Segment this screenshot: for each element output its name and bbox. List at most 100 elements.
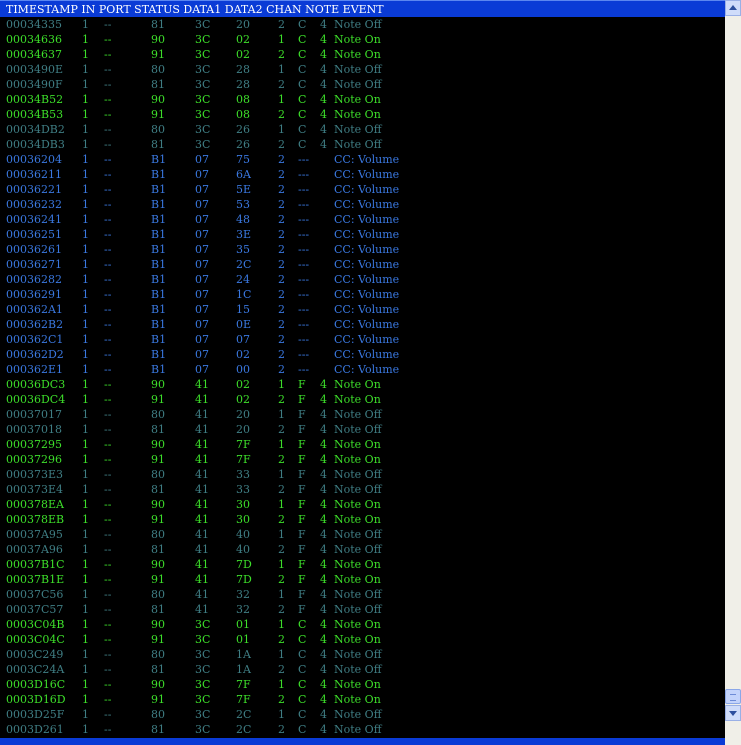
port-cell: -- — [104, 633, 112, 646]
status-cell: B1 — [151, 213, 167, 226]
table-row[interactable]: 000362E1 1 -- B1 07 00 2 --- CC: Volume — [0, 362, 725, 377]
table-row[interactable]: 00036282 1 -- B1 07 24 2 --- CC: Volume — [0, 272, 725, 287]
chan-cell: 1 — [278, 558, 285, 571]
table-row[interactable]: 00036221 1 -- B1 07 5E 2 --- CC: Volume — [0, 182, 725, 197]
in-cell: 1 — [82, 723, 89, 736]
table-row[interactable]: 00036251 1 -- B1 07 3E 2 --- CC: Volume — [0, 227, 725, 242]
table-row[interactable]: 00036211 1 -- B1 07 6A 2 --- CC: Volume — [0, 167, 725, 182]
table-row[interactable]: 00036DC3 1 -- 90 41 02 1 F 4 Note On — [0, 377, 725, 392]
table-row[interactable]: 00036204 1 -- B1 07 75 2 --- CC: Volume — [0, 152, 725, 167]
chan-cell: 2 — [278, 78, 285, 91]
table-row[interactable]: 000362D2 1 -- B1 07 02 2 --- CC: Volume — [0, 347, 725, 362]
table-row[interactable]: 00034637 1 -- 91 3C 02 2 C 4 Note On — [0, 47, 725, 62]
table-row[interactable]: 00034335 1 -- 81 3C 20 2 C 4 Note Off — [0, 17, 725, 32]
table-row[interactable]: 0003D25F 1 -- 80 3C 2C 1 C 4 Note Off — [0, 707, 725, 722]
table-row[interactable]: 00037296 1 -- 91 41 7F 2 F 4 Note On — [0, 452, 725, 467]
port-cell: -- — [104, 378, 112, 391]
status-cell: B1 — [151, 153, 167, 166]
note-cell: F — [298, 468, 306, 481]
table-row[interactable]: 0003D16C 1 -- 90 3C 7F 1 C 4 Note On — [0, 677, 725, 692]
data1-cell: 41 — [195, 483, 209, 496]
table-row[interactable]: 00036DC4 1 -- 91 41 02 2 F 4 Note On — [0, 392, 725, 407]
data2-cell: 30 — [236, 513, 250, 526]
chan-cell: 2 — [278, 723, 285, 736]
octave-cell: 4 — [320, 498, 327, 511]
table-row[interactable]: 000362A1 1 -- B1 07 15 2 --- CC: Volume — [0, 302, 725, 317]
timestamp-cell: 000362E1 — [6, 363, 64, 376]
event-cell: Note Off — [334, 663, 382, 676]
table-row[interactable]: 0003C249 1 -- 80 3C 1A 1 C 4 Note Off — [0, 647, 725, 662]
in-cell: 1 — [82, 243, 89, 256]
port-cell: -- — [104, 408, 112, 421]
in-cell: 1 — [82, 168, 89, 181]
table-row[interactable]: 000373E3 1 -- 80 41 33 1 F 4 Note Off — [0, 467, 725, 482]
in-cell: 1 — [82, 183, 89, 196]
chan-cell: 2 — [278, 318, 285, 331]
table-row[interactable]: 00037B1C 1 -- 90 41 7D 1 F 4 Note On — [0, 557, 725, 572]
in-cell: 1 — [82, 618, 89, 631]
table-row[interactable]: 0003490F 1 -- 81 3C 28 2 C 4 Note Off — [0, 77, 725, 92]
table-row[interactable]: 0003490E 1 -- 80 3C 28 1 C 4 Note Off — [0, 62, 725, 77]
data2-cell: 08 — [236, 93, 250, 106]
table-row[interactable]: 00036261 1 -- B1 07 35 2 --- CC: Volume — [0, 242, 725, 257]
table-row[interactable]: 00034DB3 1 -- 81 3C 26 2 C 4 Note Off — [0, 137, 725, 152]
octave-cell: 4 — [320, 438, 327, 451]
scroll-down-button[interactable] — [725, 705, 741, 721]
data2-cell: 20 — [236, 423, 250, 436]
in-cell: 1 — [82, 573, 89, 586]
table-row[interactable]: 00036271 1 -- B1 07 2C 2 --- CC: Volume — [0, 257, 725, 272]
data2-cell: 32 — [236, 588, 250, 601]
port-cell: -- — [104, 513, 112, 526]
table-row[interactable]: 000362B2 1 -- B1 07 0E 2 --- CC: Volume — [0, 317, 725, 332]
table-row[interactable]: 00037A96 1 -- 81 41 40 2 F 4 Note Off — [0, 542, 725, 557]
octave-cell: 4 — [320, 63, 327, 76]
table-row[interactable]: 00037017 1 -- 80 41 20 1 F 4 Note Off — [0, 407, 725, 422]
data1-cell: 07 — [195, 273, 209, 286]
table-row[interactable]: 00037018 1 -- 81 41 20 2 F 4 Note Off — [0, 422, 725, 437]
table-row[interactable]: 00034636 1 -- 90 3C 02 1 C 4 Note On — [0, 32, 725, 47]
table-row[interactable]: 000378EB 1 -- 91 41 30 2 F 4 Note On — [0, 512, 725, 527]
data2-cell: 07 — [236, 333, 250, 346]
data2-cell: 3E — [236, 228, 252, 241]
table-row[interactable]: 00036232 1 -- B1 07 53 2 --- CC: Volume — [0, 197, 725, 212]
data1-cell: 3C — [195, 678, 211, 691]
scroll-up-button[interactable] — [725, 0, 741, 16]
vertical-scrollbar[interactable] — [725, 0, 741, 745]
event-log-list[interactable]: 00034335 1 -- 81 3C 20 2 C 4 Note Off 00034636 1 -- 9… — [0, 17, 725, 738]
table-row[interactable]: 0003D16D 1 -- 91 3C 7F 2 C 4 Note On — [0, 692, 725, 707]
chan-cell: 2 — [278, 228, 285, 241]
port-cell: -- — [104, 423, 112, 436]
note-cell: C — [298, 678, 307, 691]
table-row[interactable]: 00037C57 1 -- 81 41 32 2 F 4 Note Off — [0, 602, 725, 617]
table-row[interactable]: 00034B52 1 -- 90 3C 08 1 C 4 Note On — [0, 92, 725, 107]
table-row[interactable]: 00036291 1 -- B1 07 1C 2 --- CC: Volume — [0, 287, 725, 302]
table-row[interactable]: 00034DB2 1 -- 80 3C 26 1 C 4 Note Off — [0, 122, 725, 137]
timestamp-cell: 00037B1C — [6, 558, 65, 571]
table-row[interactable]: 00037295 1 -- 90 41 7F 1 F 4 Note On — [0, 437, 725, 452]
table-row[interactable]: 00036241 1 -- B1 07 48 2 --- CC: Volume — [0, 212, 725, 227]
table-row[interactable]: 00037C56 1 -- 80 41 32 1 F 4 Note Off — [0, 587, 725, 602]
table-row[interactable]: 00034B53 1 -- 91 3C 08 2 C 4 Note On — [0, 107, 725, 122]
table-row[interactable]: 000373E4 1 -- 81 41 33 2 F 4 Note Off — [0, 482, 725, 497]
status-cell: 80 — [151, 408, 165, 421]
table-row[interactable]: 0003D261 1 -- 81 3C 2C 2 C 4 Note Off — [0, 722, 725, 737]
in-cell: 1 — [82, 63, 89, 76]
table-row[interactable]: 0003C04B 1 -- 90 3C 01 1 C 4 Note On — [0, 617, 725, 632]
in-cell: 1 — [82, 498, 89, 511]
timestamp-cell: 00034637 — [6, 48, 62, 61]
table-row[interactable]: 00037B1E 1 -- 91 41 7D 2 F 4 Note On — [0, 572, 725, 587]
scroll-thumb[interactable] — [725, 689, 741, 704]
table-row[interactable]: 000378EA 1 -- 90 41 30 1 F 4 Note On — [0, 497, 725, 512]
timestamp-cell: 00034DB3 — [6, 138, 65, 151]
timestamp-cell: 00034B52 — [6, 93, 64, 106]
table-row[interactable]: 0003C24A 1 -- 81 3C 1A 2 C 4 Note Off — [0, 662, 725, 677]
table-row[interactable]: 000362C1 1 -- B1 07 07 2 --- CC: Volume — [0, 332, 725, 347]
data1-cell: 3C — [195, 78, 211, 91]
table-row[interactable]: 0003C04C 1 -- 91 3C 01 2 C 4 Note On — [0, 632, 725, 647]
scroll-track[interactable] — [725, 0, 741, 745]
timestamp-cell: 00034B53 — [6, 108, 64, 121]
event-cell: Note Off — [334, 423, 382, 436]
octave-cell: 4 — [320, 723, 327, 736]
table-row[interactable]: 00037A95 1 -- 80 41 40 1 F 4 Note Off — [0, 527, 725, 542]
port-cell: -- — [104, 723, 112, 736]
